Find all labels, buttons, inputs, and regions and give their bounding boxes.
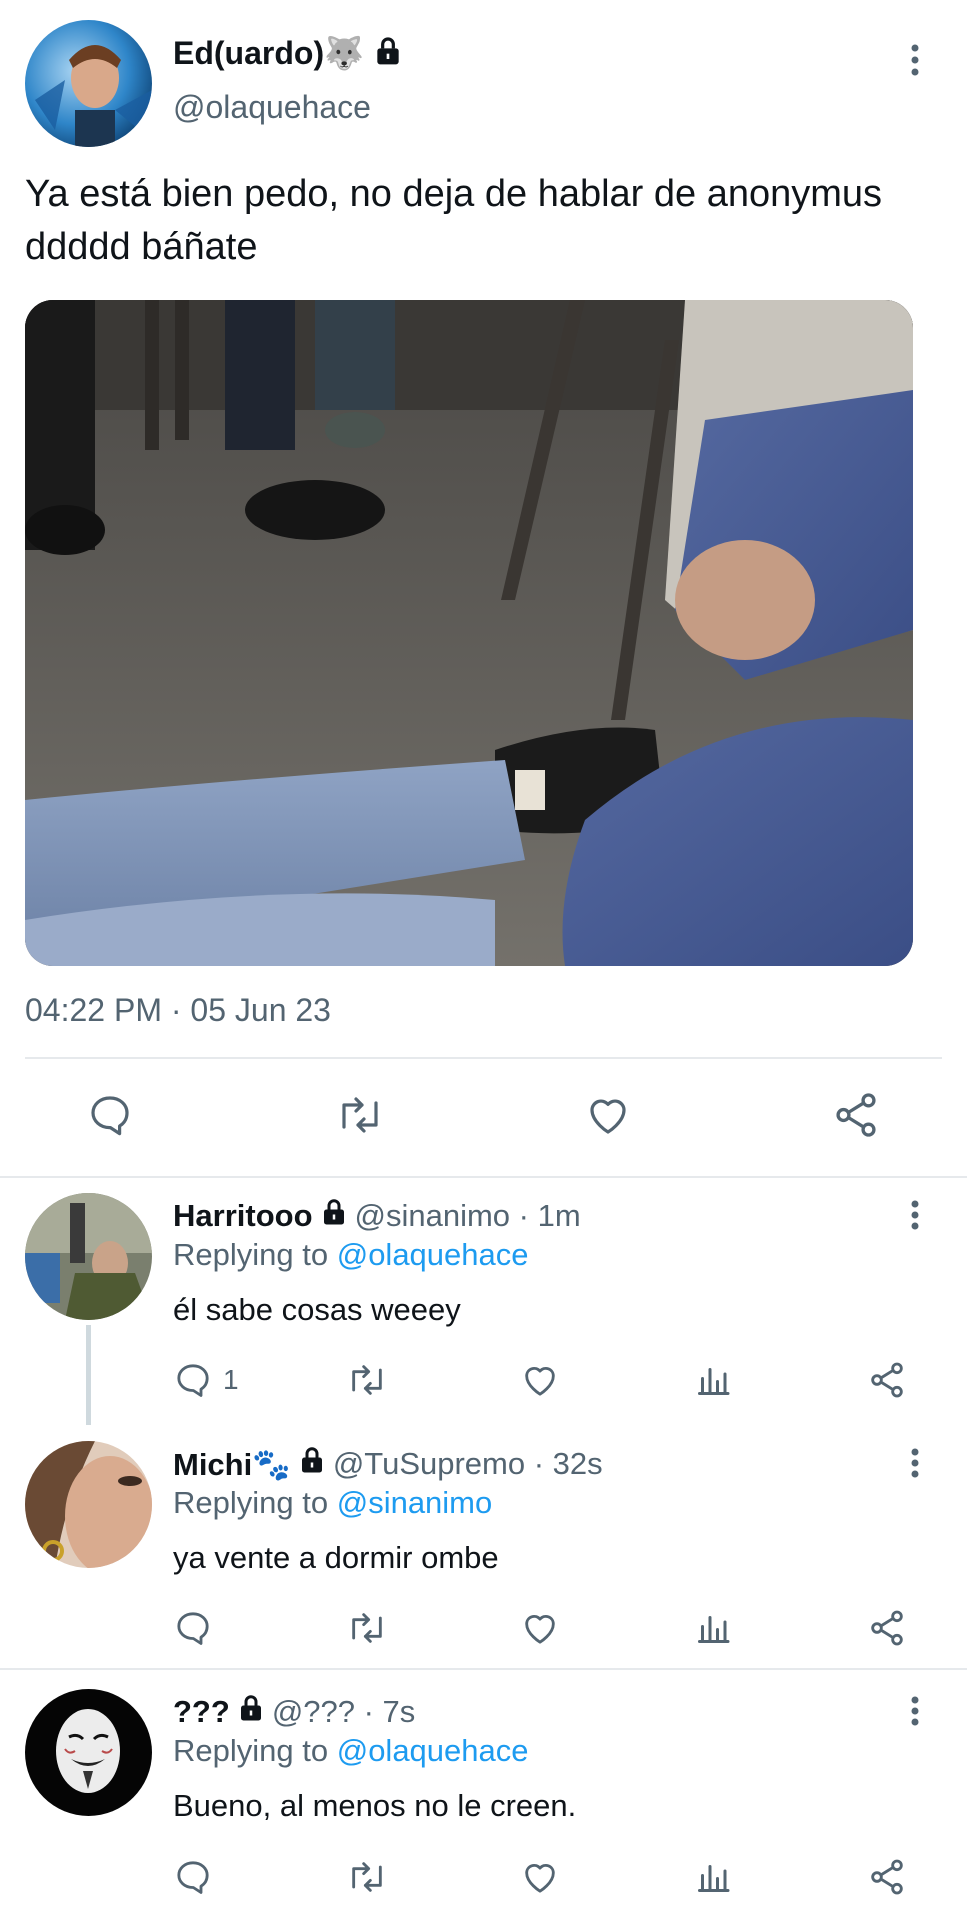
replying-to: Replying to @olaquehace <box>173 1237 529 1273</box>
more-options-icon[interactable] <box>900 1195 930 1235</box>
share-icon[interactable] <box>867 1852 907 1902</box>
analytics-icon[interactable] <box>695 1603 731 1653</box>
avatar[interactable] <box>25 20 152 147</box>
lock-icon <box>297 1445 327 1483</box>
tweet-photo[interactable] <box>25 300 913 966</box>
reply-icon[interactable] <box>80 1085 140 1145</box>
mention-link[interactable]: @sinanimo <box>337 1485 493 1520</box>
reply-header[interactable]: Michi🐾 @TuSupremo · 32s <box>173 1445 603 1483</box>
replying-to: Replying to @olaquehace <box>173 1733 529 1769</box>
handle-time: @??? · 7s <box>271 1694 416 1729</box>
divider <box>25 1057 942 1059</box>
section-divider <box>0 1176 967 1178</box>
like-icon[interactable] <box>520 1355 560 1405</box>
reply-icon[interactable] <box>173 1603 213 1653</box>
reply-header[interactable]: ??? @??? · 7s <box>173 1693 415 1731</box>
tweet-text: Ya está bien pedo, no deja de hablar de … <box>25 173 883 268</box>
reply-tweet[interactable]: ??? @??? · 7s Replying to @olaquehace Bu… <box>0 1686 967 1916</box>
reply-text: ya vente a dormir ombe <box>173 1540 499 1575</box>
retweet-icon[interactable] <box>345 1355 389 1405</box>
more-options-icon[interactable] <box>900 1691 930 1731</box>
display-name[interactable]: Harritooo <box>173 1198 313 1234</box>
reply-text: él sabe cosas weeey <box>173 1292 461 1327</box>
author-row[interactable]: Ed(uardo)🐺 <box>173 34 404 72</box>
like-icon[interactable] <box>520 1603 560 1653</box>
avatar[interactable] <box>25 1193 152 1320</box>
reply-actions <box>0 1852 967 1902</box>
timestamp: 04:22 PM · 05 Jun 23 <box>25 992 331 1028</box>
more-options-icon[interactable] <box>900 1443 930 1483</box>
like-icon[interactable] <box>520 1852 560 1902</box>
avatar[interactable] <box>25 1689 152 1816</box>
reply-header[interactable]: Harritooo @sinanimo · 1m <box>173 1197 581 1235</box>
lock-icon <box>372 35 404 72</box>
mention-link[interactable]: @olaquehace <box>337 1237 529 1272</box>
share-icon[interactable] <box>826 1085 886 1145</box>
analytics-icon[interactable] <box>695 1852 731 1902</box>
retweet-icon[interactable] <box>330 1085 390 1145</box>
reply-icon[interactable]: 1 <box>173 1355 239 1405</box>
analytics-icon[interactable] <box>695 1355 731 1405</box>
handle-time: @TuSupremo · 32s <box>332 1446 603 1481</box>
main-tweet: Ed(uardo)🐺 @olaquehace Ya está bien pedo… <box>0 0 967 1175</box>
display-name[interactable]: Michi🐾 <box>173 1446 291 1483</box>
like-icon[interactable] <box>578 1085 638 1145</box>
reply-actions: 1 <box>0 1355 967 1405</box>
mention-link[interactable]: @olaquehace <box>337 1733 529 1768</box>
share-icon[interactable] <box>867 1355 907 1405</box>
replying-prefix: Replying to <box>173 1485 329 1520</box>
lock-icon <box>236 1693 266 1731</box>
retweet-icon[interactable] <box>345 1603 389 1653</box>
reply-count: 1 <box>223 1364 239 1395</box>
replying-to: Replying to @sinanimo <box>173 1485 492 1521</box>
tweet-actions <box>0 1085 967 1145</box>
reply-text: Bueno, al menos no le creen. <box>173 1788 577 1823</box>
handle[interactable]: @olaquehace <box>173 89 371 126</box>
section-divider <box>0 1668 967 1670</box>
share-icon[interactable] <box>867 1603 907 1653</box>
replying-prefix: Replying to <box>173 1733 329 1768</box>
display-name[interactable]: Ed(uardo)🐺 <box>173 34 364 72</box>
lock-icon <box>319 1197 349 1235</box>
avatar[interactable] <box>25 1441 152 1568</box>
handle-time: @sinanimo · 1m <box>354 1198 581 1233</box>
replying-prefix: Replying to <box>173 1237 329 1272</box>
reply-tweet[interactable]: Harritooo @sinanimo · 1m Replying to @ol… <box>0 1190 967 1425</box>
reply-icon[interactable] <box>173 1852 213 1902</box>
more-options-icon[interactable] <box>900 40 930 80</box>
display-name[interactable]: ??? <box>173 1694 230 1730</box>
retweet-icon[interactable] <box>345 1852 389 1902</box>
reply-tweet[interactable]: Michi🐾 @TuSupremo · 32s Replying to @sin… <box>0 1438 967 1658</box>
reply-actions <box>0 1603 967 1653</box>
